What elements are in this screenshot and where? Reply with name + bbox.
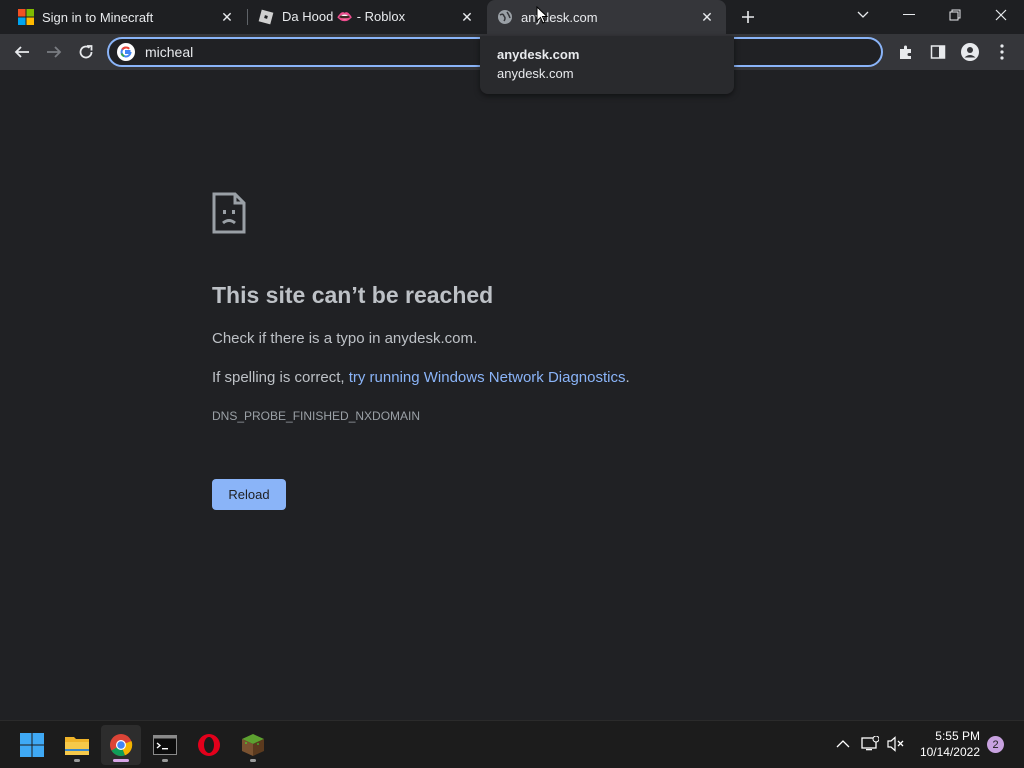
taskbar-minecraft[interactable] — [233, 725, 273, 765]
roblox-icon — [258, 9, 274, 25]
taskbar-chrome[interactable] — [101, 725, 141, 765]
chrome-icon — [110, 734, 133, 756]
tab-hover-card: anydesk.com anydesk.com — [480, 36, 734, 94]
notification-badge[interactable]: 2 — [987, 736, 1004, 753]
close-tab-icon[interactable]: ✕ — [218, 8, 236, 26]
tab-search-chevron-icon[interactable] — [840, 0, 886, 30]
taskbar-clock[interactable]: 5:55 PM 10/14/2022 — [910, 728, 980, 760]
running-indicator — [250, 759, 256, 762]
extensions-icon[interactable] — [892, 38, 920, 66]
forward-button[interactable] — [40, 38, 68, 66]
network-icon[interactable] — [860, 734, 880, 754]
error-diagnostics-hint: If spelling is correct, try running Wind… — [212, 369, 630, 386]
back-button[interactable] — [8, 38, 36, 66]
terminal-icon — [153, 735, 177, 755]
tab-title: Da Hood 👄 - Roblox — [282, 9, 406, 24]
hover-card-domain: anydesk.com — [497, 66, 574, 81]
file-explorer-icon — [65, 737, 89, 755]
tab-title: Sign in to Minecraft — [42, 9, 154, 25]
running-indicator — [74, 759, 80, 762]
tab-da-hood-roblox[interactable]: Da Hood 👄 - Roblox ✕ — [248, 0, 486, 34]
minecraft-icon — [242, 734, 264, 756]
microsoft-icon — [18, 9, 34, 25]
error-title: This site can’t be reached — [212, 282, 494, 308]
mouse-cursor-icon — [536, 6, 548, 24]
diagnostics-suffix: . — [625, 369, 630, 386]
taskbar-opera[interactable] — [189, 725, 229, 765]
reload-button[interactable]: Reload — [212, 479, 286, 510]
start-icon — [20, 733, 44, 757]
show-hidden-icons-chevron-icon[interactable] — [833, 734, 853, 754]
error-typo-hint: Check if there is a typo in anydesk.com. — [212, 330, 478, 347]
restore-button[interactable] — [932, 0, 978, 30]
tab-anydesk[interactable]: anydesk.com ✕ — [487, 0, 726, 34]
tab-sign-in-minecraft[interactable]: Sign in to Minecraft ✕ — [8, 0, 246, 34]
network-diagnostics-link[interactable]: try running Windows Network Diagnostics — [349, 369, 626, 386]
profile-icon[interactable] — [956, 38, 984, 66]
volume-muted-icon[interactable] — [886, 734, 906, 754]
clock-time: 5:55 PM — [935, 729, 980, 743]
opera-icon — [198, 734, 220, 756]
side-panel-icon[interactable] — [924, 38, 952, 66]
close-tab-icon[interactable]: ✕ — [698, 8, 716, 26]
close-tab-icon[interactable]: ✕ — [458, 8, 476, 26]
new-tab-button[interactable] — [737, 6, 759, 28]
hover-card-title: anydesk.com — [497, 47, 580, 62]
globe-icon — [497, 9, 513, 25]
windows-taskbar — [0, 720, 1024, 768]
google-icon — [117, 43, 135, 61]
taskbar-terminal[interactable] — [145, 725, 185, 765]
clock-date: 10/14/2022 — [919, 745, 980, 759]
running-indicator — [113, 759, 129, 762]
menu-kebab-icon[interactable] — [988, 38, 1016, 66]
tab-strip: Sign in to Minecraft ✕ Da Hood 👄 - Roblo… — [0, 0, 1024, 34]
minimize-button[interactable] — [886, 0, 932, 30]
sad-page-icon — [212, 192, 246, 234]
start-button[interactable] — [12, 725, 52, 765]
reload-icon[interactable] — [72, 38, 100, 66]
close-window-button[interactable] — [978, 0, 1024, 30]
taskbar-file-explorer[interactable] — [57, 725, 97, 765]
error-code: DNS_PROBE_FINISHED_NXDOMAIN — [212, 409, 421, 423]
diagnostics-prefix: If spelling is correct, — [212, 369, 349, 386]
running-indicator — [162, 759, 168, 762]
